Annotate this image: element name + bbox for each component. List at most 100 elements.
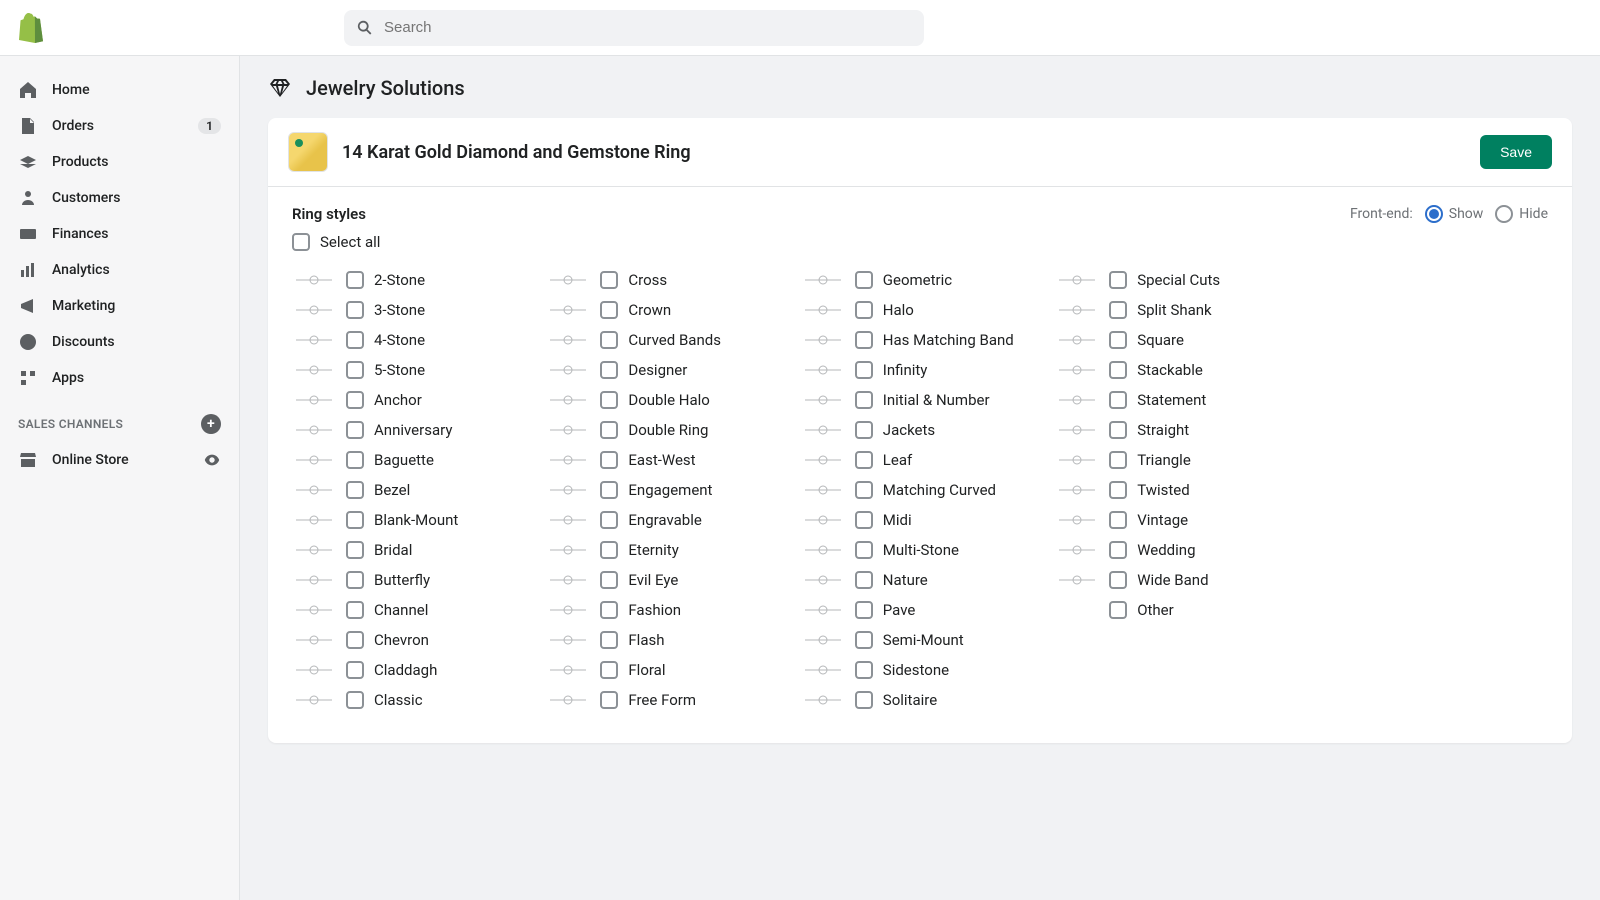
style-checkbox[interactable] xyxy=(1109,391,1127,409)
style-option[interactable]: Cross xyxy=(546,265,784,295)
nav-analytics[interactable]: Analytics xyxy=(8,252,231,288)
style-option[interactable]: Semi-Mount xyxy=(801,625,1039,655)
style-checkbox[interactable] xyxy=(346,421,364,439)
style-checkbox[interactable] xyxy=(600,361,618,379)
style-option[interactable]: Has Matching Band xyxy=(801,325,1039,355)
style-checkbox[interactable] xyxy=(855,391,873,409)
style-checkbox[interactable] xyxy=(855,511,873,529)
style-checkbox[interactable] xyxy=(600,601,618,619)
style-checkbox[interactable] xyxy=(600,691,618,709)
style-checkbox[interactable] xyxy=(855,451,873,469)
style-option[interactable]: Bezel xyxy=(292,475,530,505)
nav-products[interactable]: Products xyxy=(8,144,231,180)
style-checkbox[interactable] xyxy=(346,661,364,679)
style-checkbox[interactable] xyxy=(600,631,618,649)
style-option[interactable]: Straight xyxy=(1055,415,1293,445)
style-option[interactable]: Engagement xyxy=(546,475,784,505)
style-option[interactable]: Anchor xyxy=(292,385,530,415)
style-option[interactable]: Double Ring xyxy=(546,415,784,445)
style-option[interactable]: Matching Curved xyxy=(801,475,1039,505)
style-option[interactable]: Bridal xyxy=(292,535,530,565)
style-option[interactable]: 2-Stone xyxy=(292,265,530,295)
view-icon[interactable] xyxy=(203,451,221,469)
style-option[interactable]: Twisted xyxy=(1055,475,1293,505)
style-checkbox[interactable] xyxy=(600,541,618,559)
radio-show[interactable] xyxy=(1425,205,1443,223)
style-checkbox[interactable] xyxy=(1109,541,1127,559)
select-all-checkbox[interactable] xyxy=(292,233,310,251)
style-option[interactable]: Midi xyxy=(801,505,1039,535)
style-option[interactable]: Evil Eye xyxy=(546,565,784,595)
style-option[interactable]: Solitaire xyxy=(801,685,1039,715)
nav-home[interactable]: Home xyxy=(8,72,231,108)
style-option[interactable]: Initial & Number xyxy=(801,385,1039,415)
style-checkbox[interactable] xyxy=(346,631,364,649)
style-option[interactable]: Engravable xyxy=(546,505,784,535)
search-box[interactable] xyxy=(344,10,924,46)
style-option[interactable]: Sidestone xyxy=(801,655,1039,685)
style-checkbox[interactable] xyxy=(346,571,364,589)
style-option[interactable]: Crown xyxy=(546,295,784,325)
style-option[interactable]: Multi-Stone xyxy=(801,535,1039,565)
style-checkbox[interactable] xyxy=(346,451,364,469)
style-option[interactable]: Wedding xyxy=(1055,535,1293,565)
style-option[interactable]: Split Shank xyxy=(1055,295,1293,325)
style-option[interactable]: Butterfly xyxy=(292,565,530,595)
style-option[interactable]: Fashion xyxy=(546,595,784,625)
style-option[interactable]: Claddagh xyxy=(292,655,530,685)
style-checkbox[interactable] xyxy=(855,541,873,559)
nav-customers[interactable]: Customers xyxy=(8,180,231,216)
style-checkbox[interactable] xyxy=(855,271,873,289)
radio-hide[interactable] xyxy=(1495,205,1513,223)
style-checkbox[interactable] xyxy=(346,691,364,709)
search-input[interactable] xyxy=(384,19,912,36)
style-checkbox[interactable] xyxy=(346,361,364,379)
style-option[interactable]: East-West xyxy=(546,445,784,475)
style-option[interactable]: 3-Stone xyxy=(292,295,530,325)
style-checkbox[interactable] xyxy=(600,511,618,529)
style-option[interactable]: Nature xyxy=(801,565,1039,595)
style-option[interactable]: Double Halo xyxy=(546,385,784,415)
style-option[interactable]: Statement xyxy=(1055,385,1293,415)
style-option[interactable]: Infinity xyxy=(801,355,1039,385)
frontend-show-option[interactable]: Show xyxy=(1425,205,1484,223)
frontend-hide-option[interactable]: Hide xyxy=(1495,205,1548,223)
style-checkbox[interactable] xyxy=(1109,571,1127,589)
style-checkbox[interactable] xyxy=(346,601,364,619)
style-checkbox[interactable] xyxy=(600,331,618,349)
style-checkbox[interactable] xyxy=(600,391,618,409)
style-option[interactable]: Curved Bands xyxy=(546,325,784,355)
nav-finances[interactable]: Finances xyxy=(8,216,231,252)
style-option[interactable]: 5-Stone xyxy=(292,355,530,385)
style-checkbox[interactable] xyxy=(1109,271,1127,289)
style-option[interactable]: Flash xyxy=(546,625,784,655)
style-checkbox[interactable] xyxy=(1109,481,1127,499)
style-option[interactable]: Channel xyxy=(292,595,530,625)
style-checkbox[interactable] xyxy=(1109,361,1127,379)
style-checkbox[interactable] xyxy=(346,481,364,499)
style-checkbox[interactable] xyxy=(855,481,873,499)
style-checkbox[interactable] xyxy=(855,661,873,679)
style-checkbox[interactable] xyxy=(855,601,873,619)
style-option[interactable]: Floral xyxy=(546,655,784,685)
style-checkbox[interactable] xyxy=(346,271,364,289)
style-checkbox[interactable] xyxy=(600,301,618,319)
style-checkbox[interactable] xyxy=(600,571,618,589)
style-checkbox[interactable] xyxy=(855,331,873,349)
style-option[interactable]: Classic xyxy=(292,685,530,715)
style-checkbox[interactable] xyxy=(1109,511,1127,529)
style-checkbox[interactable] xyxy=(346,331,364,349)
style-option[interactable]: 4-Stone xyxy=(292,325,530,355)
nav-marketing[interactable]: Marketing xyxy=(8,288,231,324)
style-option[interactable]: Stackable xyxy=(1055,355,1293,385)
nav-apps[interactable]: Apps xyxy=(8,360,231,396)
style-checkbox[interactable] xyxy=(1109,301,1127,319)
style-checkbox[interactable] xyxy=(1109,331,1127,349)
nav-store[interactable]: Online Store xyxy=(8,442,231,478)
style-option[interactable]: Vintage xyxy=(1055,505,1293,535)
style-option[interactable]: Anniversary xyxy=(292,415,530,445)
style-checkbox[interactable] xyxy=(855,421,873,439)
style-checkbox[interactable] xyxy=(346,301,364,319)
save-button[interactable]: Save xyxy=(1480,135,1552,169)
style-checkbox[interactable] xyxy=(855,301,873,319)
